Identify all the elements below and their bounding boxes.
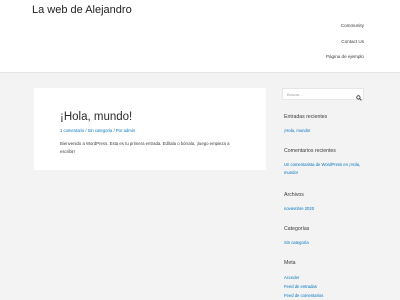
widget-title-recent-comments: Comentarios recientes (284, 148, 336, 154)
post-title[interactable]: ¡Hola, mundo! (60, 111, 132, 123)
archive-link[interactable]: noviembre 2020 (284, 206, 314, 211)
site-title[interactable]: La web de Alejandro (32, 4, 132, 16)
recent-comment-link-cont[interactable]: mundo! (284, 170, 298, 175)
post-card: ¡Hola, mundo! 1 comentario / Sin categor… (34, 88, 266, 170)
post-meta[interactable]: 1 comentario / Sin categoría / Por admin (60, 128, 135, 133)
widget-title-archives: Archivos (284, 192, 304, 198)
search-form (282, 88, 364, 100)
category-link[interactable]: Sin categoría (284, 240, 309, 245)
search-input[interactable] (287, 91, 349, 98)
nav-item-community[interactable]: Community (341, 22, 364, 38)
widget-title-recent-posts: Entradas recientes (284, 114, 328, 120)
meta-link-entries-feed[interactable]: Feed de entradas (284, 284, 317, 289)
nav-item-contact-us[interactable]: Contact Us (341, 38, 364, 54)
recent-comment-link[interactable]: Un comentarista de WordPress en ¡Hola, (284, 162, 360, 167)
primary-nav: Community Contact Us Página de ejemplo (326, 22, 364, 69)
post-excerpt: Bienvenido a WordPress. Esta es tu prime… (60, 141, 230, 154)
nav-item-pagina-de-ejemplo[interactable]: Página de ejemplo (326, 53, 364, 69)
meta-link-login[interactable]: Acceder (284, 275, 299, 280)
widget-title-categories: Categorías (284, 226, 310, 232)
meta-link-comments-feed[interactable]: Feed de comentarios (284, 293, 323, 298)
recent-post-link[interactable]: ¡Hola, mundo! (284, 128, 310, 133)
search-icon[interactable] (356, 95, 362, 101)
site-header: La web de Alejandro Community Contact Us… (0, 0, 400, 73)
widget-title-meta: Meta (284, 260, 296, 266)
